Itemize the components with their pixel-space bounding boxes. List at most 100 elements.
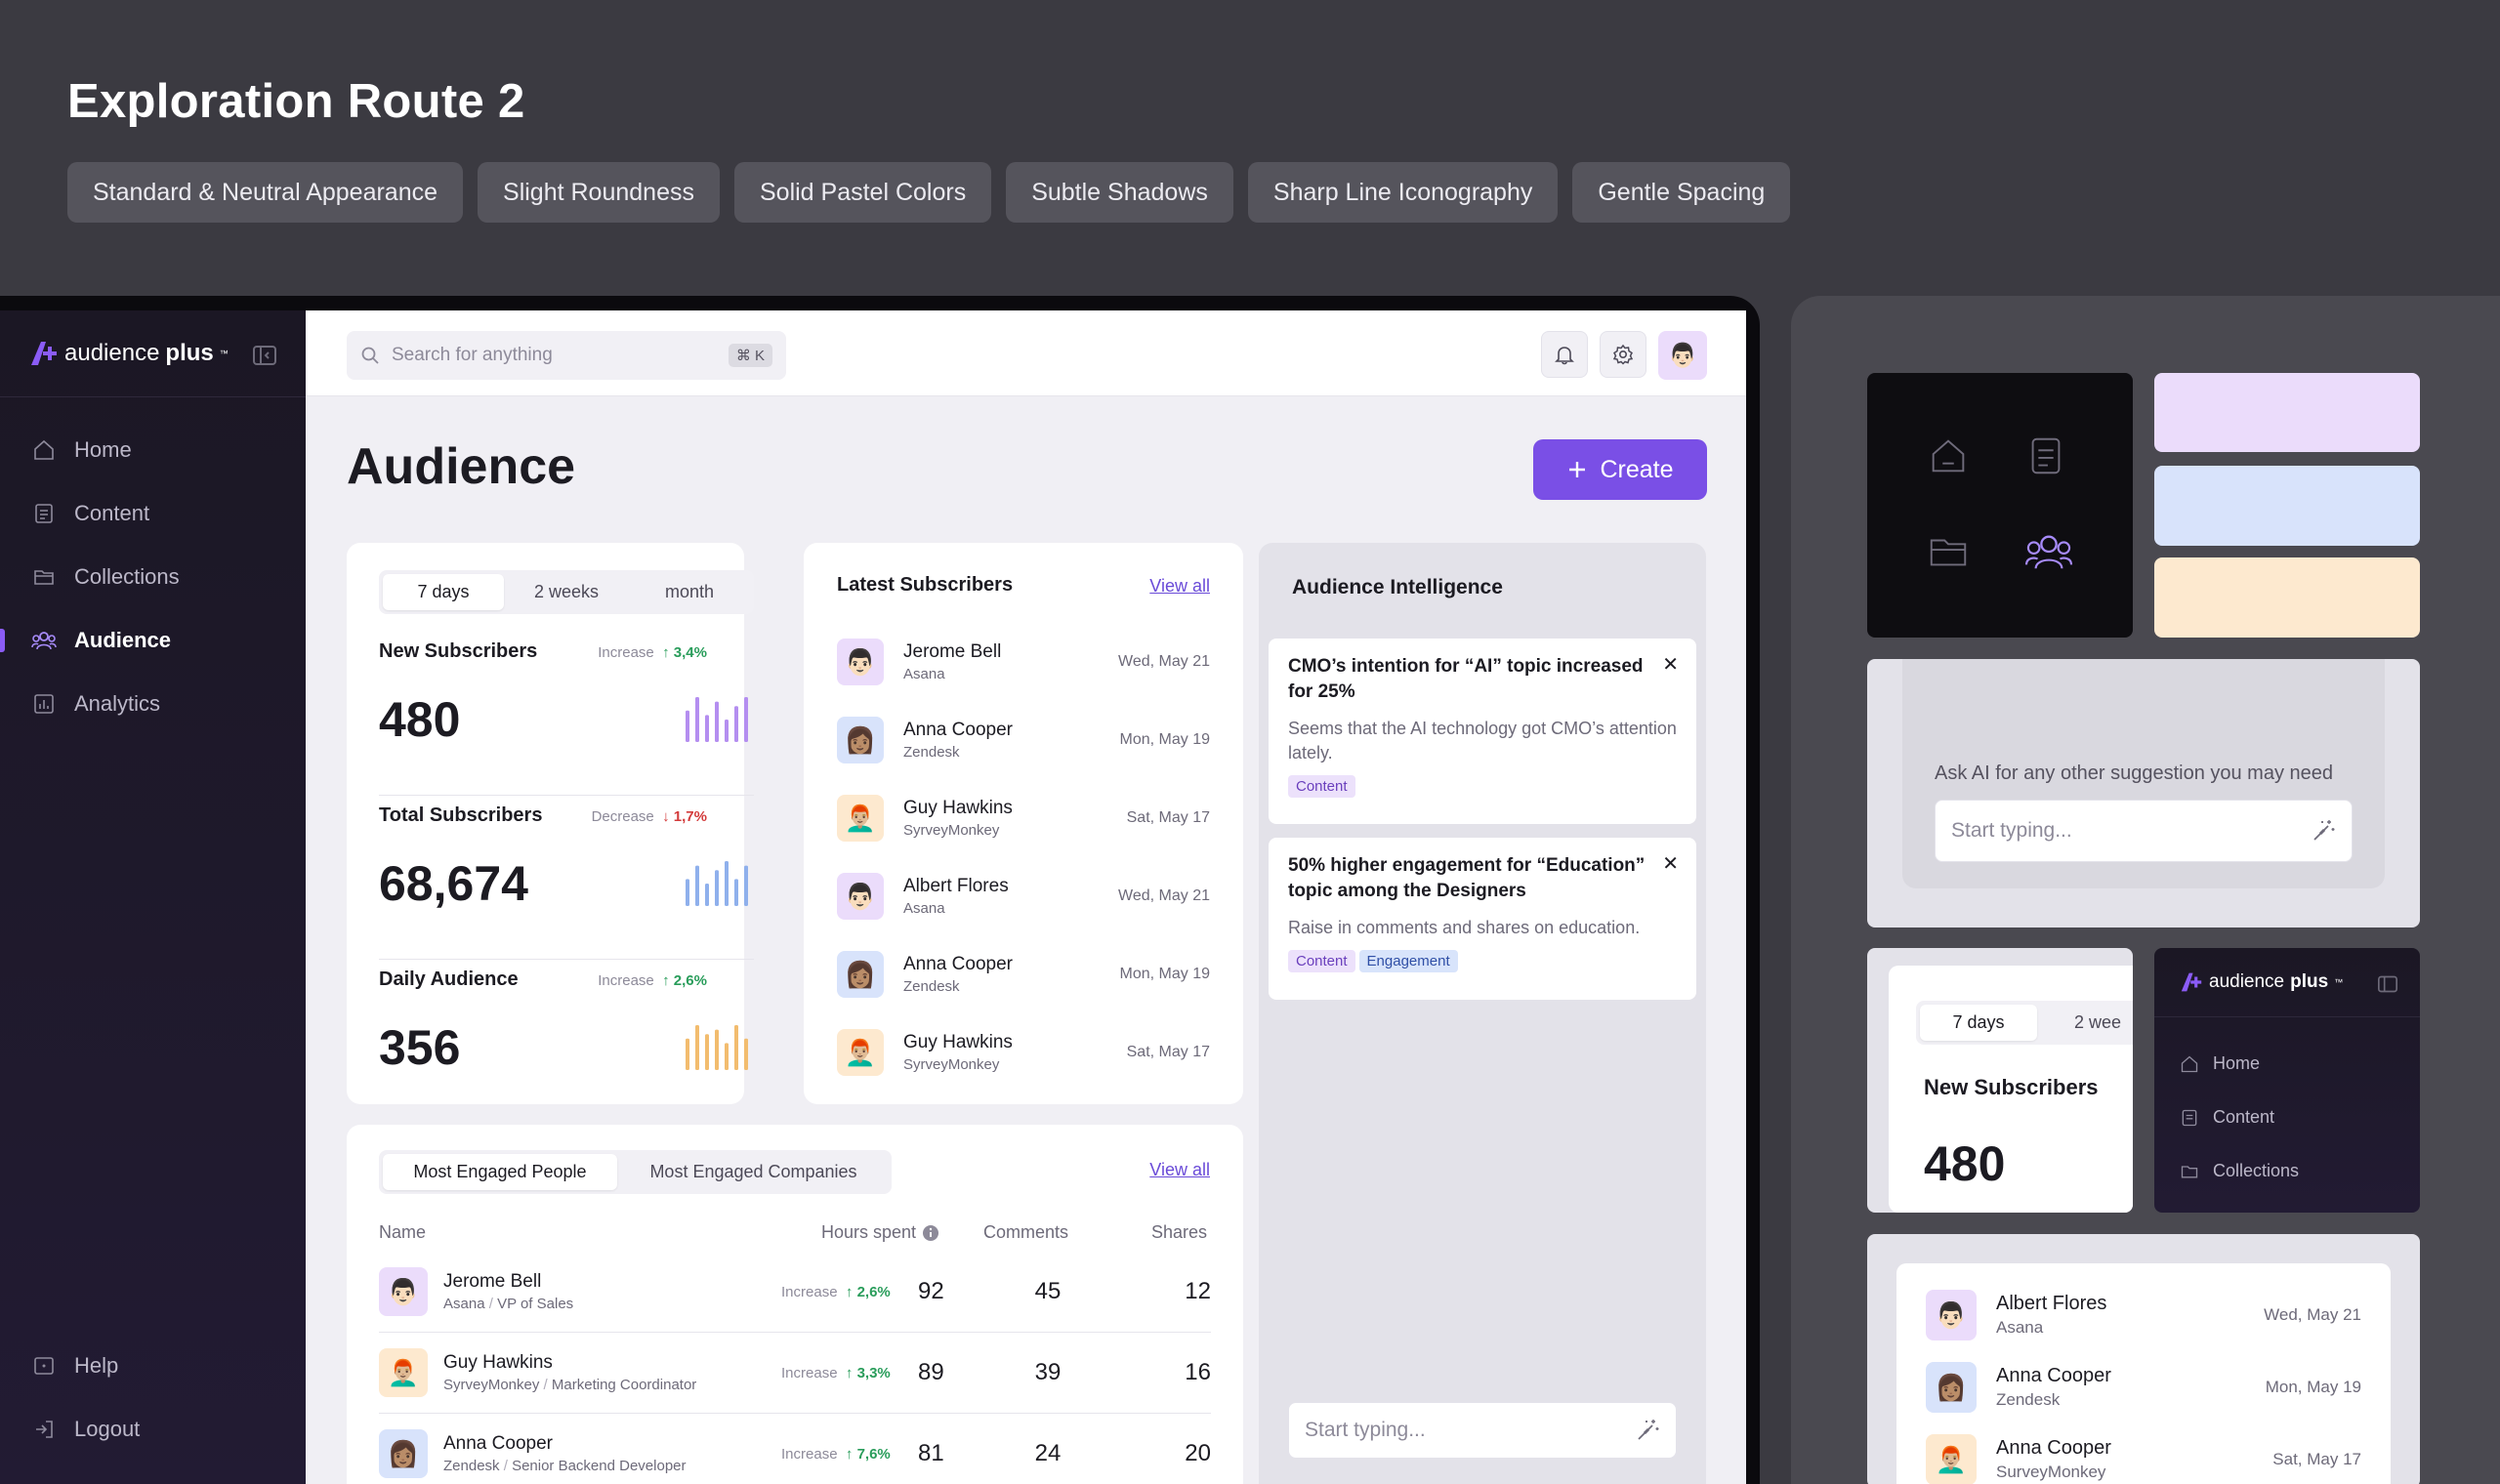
column-header: Name [379, 1222, 427, 1242]
bell-icon [1555, 347, 1574, 365]
subscriber-name: Guy Hawkins [903, 798, 1013, 818]
person-company-role: Zendesk / Senior Backend Developer [443, 1458, 687, 1474]
subscriber-date: Sat, May 17 [1126, 809, 1210, 826]
view-all-link[interactable]: View all [1149, 576, 1210, 597]
table-row[interactable]: 👨🏼‍🦰 Guy Hawkins SyrveyMonkey / Marketing … [379, 1333, 1211, 1414]
info-icon[interactable] [922, 1224, 939, 1242]
stat-value: 68,674 [379, 856, 528, 911]
sidebar-item-analytics[interactable]: Analytics [31, 691, 160, 717]
spark-bar [725, 720, 729, 742]
table-row[interactable]: 👩🏽 Anna Cooper Zendesk / Senior Backend De… [379, 1414, 1211, 1484]
sidebar-item-collections[interactable]: Collections [2180, 1161, 2299, 1181]
sidebar-item-content[interactable]: Content [2180, 1107, 2274, 1128]
sidebar-item-home[interactable]: Home [2180, 1053, 2260, 1074]
period-tab[interactable]: 7 days [1920, 1005, 2037, 1041]
sidebar-item-content[interactable]: Content [31, 501, 149, 526]
stat-value: 356 [379, 1020, 461, 1075]
avatar: 👨🏼‍🦰 [837, 795, 884, 842]
create-button[interactable]: Create [1533, 439, 1707, 500]
subscriber-company: Zendesk [1996, 1390, 2061, 1409]
subscriber-row[interactable]: 👨🏼‍🦰 Guy Hawkins SyrveyMonkey Sat, May 17 [837, 1013, 1210, 1092]
subscriber-name: Anna Cooper [1996, 1365, 2111, 1386]
collapse-sidebar-icon[interactable] [2377, 974, 2398, 994]
insight-title: CMO’s intention for “AI” topic increased… [1288, 656, 1644, 702]
user-avatar[interactable]: 👨🏻 [1658, 331, 1707, 380]
table-row[interactable]: 👨🏻 Jerome Bell Asana / VP of Sales Increase… [379, 1252, 1211, 1333]
panel-title: Audience Intelligence [1292, 576, 1503, 598]
subscriber-row[interactable]: 👩🏽 Anna Cooper Zendesk Mon, May 19 [1926, 1351, 2361, 1423]
period-tab[interactable]: 2 weeks [506, 574, 627, 610]
avatar: 👨🏻 [1926, 1290, 1977, 1340]
notifications-button[interactable] [1541, 331, 1588, 378]
sidebar-item-collections[interactable]: Collections [31, 564, 180, 590]
spark-bar [725, 861, 729, 906]
spark-bar [705, 715, 709, 742]
collapse-sidebar-icon[interactable] [252, 344, 277, 372]
logo-mark-icon [2181, 972, 2202, 992]
subscriber-row[interactable]: 👨🏻 Albert Flores Asana Wed, May 21 [1926, 1279, 2361, 1351]
magic-wand-icon[interactable] [2311, 818, 2336, 844]
search-input[interactable]: Search for anything ⌘ K [347, 331, 786, 380]
tab-most-engaged-companies[interactable]: Most Engaged Companies [619, 1154, 888, 1190]
mini-list-sample: 👨🏻 Albert Flores Asana Wed, May 21 👩🏽 Anna Co… [1867, 1234, 2420, 1484]
period-tab[interactable]: 7 days [383, 574, 504, 610]
close-icon[interactable]: ✕ [1662, 652, 1679, 677]
sidebar-item-audience[interactable]: Audience [31, 628, 171, 653]
hours-trend: Increase ↑ 7,6% [781, 1446, 891, 1463]
style-chip: Slight Roundness [478, 162, 720, 223]
brand-logo[interactable]: audience plus ™ [29, 340, 229, 367]
audience-intelligence-panel: Audience Intelligence CMO’s intention fo… [1259, 543, 1706, 1484]
sidebar-item-label: Logout [74, 1417, 141, 1441]
period-tab[interactable]: month [629, 574, 750, 610]
subscriber-name: Jerome Bell [903, 641, 1002, 662]
brand-name-bold: plus [165, 340, 214, 366]
subscriber-company: Zendesk [903, 978, 960, 995]
stat-trend: Increase ↑ 2,6% [598, 972, 707, 989]
subscriber-row[interactable]: 👨🏼‍🦰 Guy Hawkins SyrveyMonkey Sat, May 17 [837, 779, 1210, 857]
insight-card[interactable]: 50% higher engagement for “Education” to… [1269, 838, 1696, 1000]
avatar: 👨🏼‍🦰 [837, 1029, 884, 1076]
subscriber-row[interactable]: 👩🏽 Anna Cooper Zendesk Mon, May 19 [837, 935, 1210, 1013]
sidebar-item-help[interactable]: Help [31, 1353, 118, 1379]
subscriber-row[interactable]: 👨🏻 Albert Flores Asana Wed, May 21 [837, 857, 1210, 935]
logout-icon [31, 1417, 57, 1442]
avatar: 👩🏽 [837, 717, 884, 763]
sidebar-item-label: Collections [2213, 1161, 2300, 1180]
ai-chat-input[interactable]: Start typing... [1935, 800, 2353, 862]
subscriber-date: Mon, May 19 [2265, 1378, 2361, 1396]
view-all-link[interactable]: View all [1149, 1160, 1210, 1180]
document-icon [31, 501, 57, 526]
engaged-table-body: 👨🏻 Jerome Bell Asana / VP of Sales Increase… [379, 1252, 1211, 1484]
avatar: 👨🏼‍🦰 [379, 1348, 428, 1397]
subscriber-row[interactable]: 👨🏻 Jerome Bell Asana Wed, May 21 [837, 623, 1210, 701]
subscriber-row[interactable]: 👨🏼‍🦰 Anna Cooper SurveyMonkey Sat, May 17 [1926, 1423, 2361, 1484]
sidebar-item-home[interactable]: Home [31, 437, 132, 463]
sidebar-item-label: Analytics [74, 691, 161, 716]
sidebar-item-logout[interactable]: Logout [31, 1417, 140, 1442]
settings-button[interactable] [1600, 331, 1646, 378]
subscriber-row[interactable]: 👩🏽 Anna Cooper Zendesk Mon, May 19 [837, 701, 1210, 779]
home-icon [1932, 439, 1965, 473]
subscriber-date: Wed, May 21 [1118, 653, 1210, 670]
person-company-role: SyrveyMonkey / Marketing Coordinator [443, 1377, 697, 1393]
stat-trend: Decrease ↓ 1,7% [591, 808, 707, 825]
avatar: 👩🏽 [379, 1429, 428, 1478]
ai-chat-input[interactable]: Start typing... [1288, 1402, 1677, 1459]
tag-badge: Engagement [1358, 950, 1458, 972]
insight-card[interactable]: CMO’s intention for “AI” topic increased… [1269, 639, 1696, 824]
subscriber-list: 👨🏻 Jerome Bell Asana Wed, May 21 👩🏽 Anna Coop… [837, 623, 1210, 1092]
spark-bar [686, 879, 689, 906]
subscriber-company: SyrveyMonkey [903, 822, 1000, 839]
sidebar-item-label: Content [2213, 1107, 2275, 1127]
subscriber-date: Mon, May 19 [1119, 731, 1210, 748]
period-tab[interactable]: 2 wee [2039, 1005, 2133, 1041]
magic-wand-icon[interactable] [1635, 1418, 1660, 1443]
period-selector: 7 days 2 weeks month [379, 570, 754, 614]
avatar: 👩🏽 [1926, 1362, 1977, 1413]
peach-swatch [2154, 557, 2420, 638]
tab-most-engaged-people[interactable]: Most Engaged People [383, 1154, 617, 1190]
sparkbar-chart [684, 861, 752, 911]
sidebar-item-label: Help [74, 1353, 119, 1378]
brand-name-light: audience [2209, 971, 2285, 992]
close-icon[interactable]: ✕ [1662, 851, 1679, 876]
